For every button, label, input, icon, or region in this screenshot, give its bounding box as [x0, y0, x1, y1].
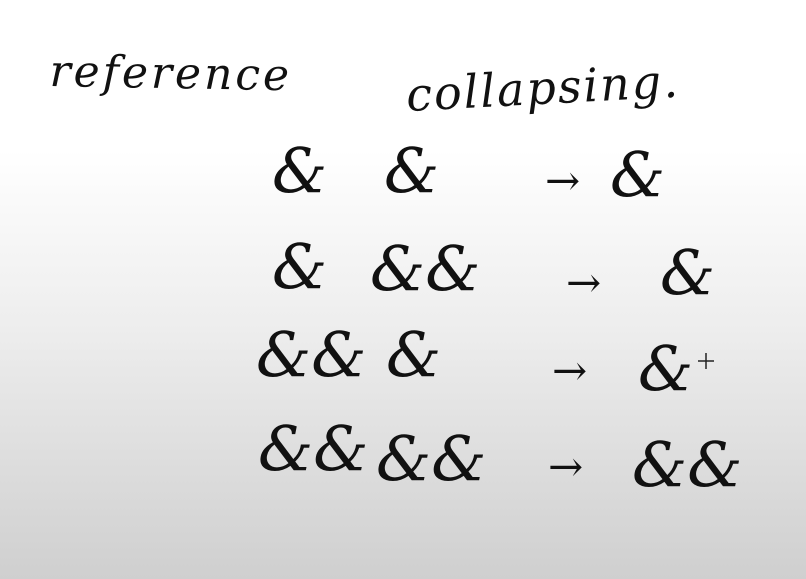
row2-arrow: →	[566, 258, 602, 307]
row4-arrow: →	[548, 442, 584, 491]
row2-left-ref: &	[272, 230, 328, 303]
row1-right-ref: &	[384, 134, 440, 207]
row4-left-ref: &&	[258, 412, 369, 485]
title-word-collapsing: collapsing.	[404, 53, 682, 122]
row4-right-ref: &&	[376, 422, 487, 495]
title-word-reference: reference	[49, 46, 293, 102]
row4-result: &&	[632, 428, 743, 501]
row1-left-ref: &	[272, 134, 328, 207]
row1-result: &	[610, 138, 666, 211]
row2-right-ref: &&	[370, 232, 481, 305]
crosshair-icon	[698, 353, 714, 369]
row2-result: &	[660, 236, 716, 309]
row3-arrow: →	[552, 346, 588, 395]
whiteboard-canvas[interactable]: reference collapsing. & & → & & && → & &…	[0, 0, 806, 579]
row1-arrow: →	[545, 156, 581, 205]
row3-right-ref: &	[386, 318, 442, 391]
row3-result: &	[638, 332, 694, 405]
row3-left-ref: &&	[256, 318, 367, 391]
